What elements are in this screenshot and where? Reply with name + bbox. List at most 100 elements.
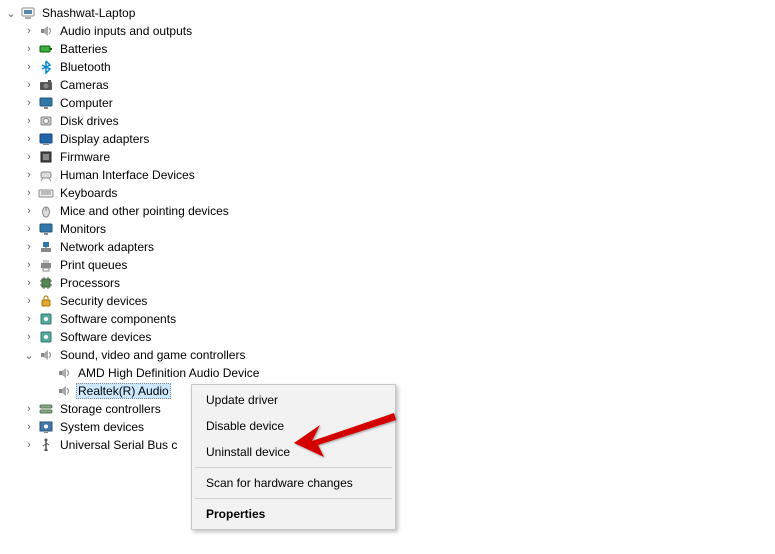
tree-category-row[interactable]: › Network adapters: [4, 238, 775, 256]
tree-category-row[interactable]: › Cameras: [4, 76, 775, 94]
chevron-right-icon[interactable]: ›: [22, 330, 36, 344]
chevron-right-icon[interactable]: ›: [22, 420, 36, 434]
menu-item-disable-device[interactable]: Disable device: [194, 413, 393, 439]
menu-item-properties[interactable]: Properties: [194, 501, 393, 527]
chevron-right-icon[interactable]: ›: [22, 132, 36, 146]
chevron-right-icon[interactable]: ›: [22, 294, 36, 308]
tree-category-row[interactable]: › Software devices: [4, 328, 775, 346]
chevron-right-icon[interactable]: ›: [22, 186, 36, 200]
keyboard-icon: [38, 185, 54, 201]
category-label: Software components: [58, 311, 178, 327]
category-label: Storage controllers: [58, 401, 163, 417]
monitor-icon: [38, 221, 54, 237]
category-label: Display adapters: [58, 131, 151, 147]
printer-icon: [38, 257, 54, 273]
tree-category-row[interactable]: ⌄ Sound, video and game controllers: [4, 346, 775, 364]
chevron-right-icon[interactable]: ›: [22, 312, 36, 326]
chevron-right-icon[interactable]: ›: [22, 42, 36, 56]
audio-icon: [56, 365, 72, 381]
menu-separator: [195, 467, 392, 468]
category-label: Processors: [58, 275, 122, 291]
chevron-right-icon[interactable]: ›: [22, 438, 36, 452]
category-label: Disk drives: [58, 113, 121, 129]
audio-icon: [38, 23, 54, 39]
chevron-right-icon[interactable]: ›: [22, 258, 36, 272]
tree-category-row[interactable]: ›Audio inputs and outputs: [4, 22, 775, 40]
chevron-down-icon[interactable]: ⌄: [4, 6, 18, 20]
category-label: Keyboards: [58, 185, 119, 201]
chevron-right-icon[interactable]: ›: [22, 150, 36, 164]
tree-category-row[interactable]: › Monitors: [4, 220, 775, 238]
tree-root-row[interactable]: ⌄ Shashwat-Laptop: [4, 4, 775, 22]
category-label: Computer: [58, 95, 115, 111]
category-label: Universal Serial Bus c: [58, 437, 179, 453]
cpu-icon: [38, 275, 54, 291]
category-label: Monitors: [58, 221, 108, 237]
chevron-right-icon[interactable]: ›: [22, 240, 36, 254]
category-label: Sound, video and game controllers: [58, 347, 247, 363]
menu-item-uninstall-device[interactable]: Uninstall device: [194, 439, 393, 465]
tree-category-row[interactable]: › Human Interface Devices: [4, 166, 775, 184]
menu-separator: [195, 498, 392, 499]
chevron-right-icon[interactable]: ›: [22, 276, 36, 290]
tree-category-row[interactable]: › Mice and other pointing devices: [4, 202, 775, 220]
tree-category-row[interactable]: › Keyboards: [4, 184, 775, 202]
chevron-right-icon[interactable]: ›: [22, 60, 36, 74]
security-icon: [38, 293, 54, 309]
bluetooth-icon: [38, 59, 54, 75]
software-icon: [38, 329, 54, 345]
display-icon: [38, 131, 54, 147]
tree-category-row[interactable]: › Processors: [4, 274, 775, 292]
tree-device-row[interactable]: AMD High Definition Audio Device: [4, 364, 775, 382]
category-label: Mice and other pointing devices: [58, 203, 231, 219]
chevron-right-icon[interactable]: ›: [22, 168, 36, 182]
audio-icon: [38, 347, 54, 363]
usb-icon: [38, 437, 54, 453]
menu-item-update-driver[interactable]: Update driver: [194, 387, 393, 413]
chevron-right-icon[interactable]: ›: [22, 402, 36, 416]
tree-category-row[interactable]: › Print queues: [4, 256, 775, 274]
chevron-down-icon[interactable]: ⌄: [22, 348, 36, 362]
network-icon: [38, 239, 54, 255]
software-icon: [38, 311, 54, 327]
device-label: Realtek(R) Audio: [76, 383, 171, 399]
monitor-icon: [38, 95, 54, 111]
category-label: Firmware: [58, 149, 112, 165]
tree-category-row[interactable]: › Security devices: [4, 292, 775, 310]
category-label: Bluetooth: [58, 59, 113, 75]
device-label: AMD High Definition Audio Device: [76, 365, 261, 381]
chevron-right-icon[interactable]: ›: [22, 204, 36, 218]
firmware-icon: [38, 149, 54, 165]
storage-icon: [38, 401, 54, 417]
chevron-right-icon[interactable]: ›: [22, 114, 36, 128]
category-label: Human Interface Devices: [58, 167, 197, 183]
category-label: Batteries: [58, 41, 109, 57]
chevron-right-icon[interactable]: ›: [22, 24, 36, 38]
mouse-icon: [38, 203, 54, 219]
menu-item-scan-for-hardware-changes[interactable]: Scan for hardware changes: [194, 470, 393, 496]
category-label: Security devices: [58, 293, 149, 309]
category-label: Network adapters: [58, 239, 156, 255]
tree-category-row[interactable]: › Computer: [4, 94, 775, 112]
hid-icon: [38, 167, 54, 183]
category-label: Software devices: [58, 329, 153, 345]
tree-category-row[interactable]: › Software components: [4, 310, 775, 328]
root-label: Shashwat-Laptop: [40, 5, 137, 21]
battery-icon: [38, 41, 54, 57]
category-label: Cameras: [58, 77, 111, 93]
category-label: System devices: [58, 419, 146, 435]
tree-category-row[interactable]: › Batteries: [4, 40, 775, 58]
disk-icon: [38, 113, 54, 129]
computer-icon: [20, 5, 36, 21]
camera-icon: [38, 77, 54, 93]
tree-category-row[interactable]: › Firmware: [4, 148, 775, 166]
tree-category-row[interactable]: › Display adapters: [4, 130, 775, 148]
chevron-right-icon[interactable]: ›: [22, 96, 36, 110]
context-menu: Update driverDisable deviceUninstall dev…: [191, 384, 396, 530]
system-icon: [38, 419, 54, 435]
tree-category-row[interactable]: › Disk drives: [4, 112, 775, 130]
chevron-right-icon[interactable]: ›: [22, 78, 36, 92]
chevron-right-icon[interactable]: ›: [22, 222, 36, 236]
category-label: Print queues: [58, 257, 129, 273]
tree-category-row[interactable]: › Bluetooth: [4, 58, 775, 76]
